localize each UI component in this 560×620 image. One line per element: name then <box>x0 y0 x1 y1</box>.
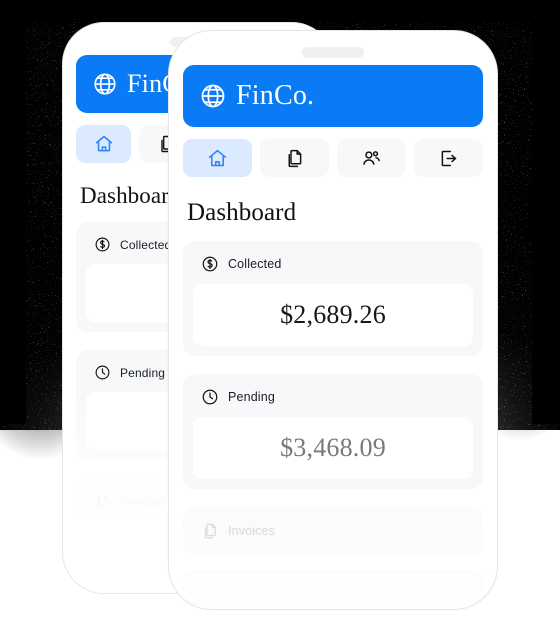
section-invoices[interactable]: Invoices <box>183 507 483 555</box>
globe-icon <box>94 73 116 95</box>
stat-header: Pending <box>193 386 473 406</box>
nav-button-home[interactable] <box>183 139 252 177</box>
home-icon <box>208 149 227 166</box>
clock-icon <box>202 389 218 405</box>
app-header: FinCo. <box>183 65 483 127</box>
app-screen: FinCo. Dashboard Collected $2,689.26 Pen… <box>169 61 497 609</box>
foreground-phone-mockup: FinCo. Dashboard Collected $2,689.26 Pen… <box>168 30 498 610</box>
documents-icon <box>204 523 216 539</box>
section-label: Invoices <box>228 524 276 538</box>
stat-value-box: $3,468.09 <box>193 417 473 479</box>
home-icon <box>95 135 112 152</box>
clock-icon <box>95 365 110 380</box>
stat-label: Pending <box>120 365 166 380</box>
nav-button-logout[interactable] <box>414 139 483 177</box>
stat-header: Collected <box>193 253 473 273</box>
globe-icon <box>201 84 225 108</box>
dollar-circle-icon <box>95 237 110 252</box>
scene: FinCo. Dashboard Collected Pending Invoi… <box>0 0 560 620</box>
stat-label: Collected <box>228 257 282 271</box>
stat-label: Collected <box>120 237 172 252</box>
stat-card-pending: Pending $3,468.09 <box>183 374 483 489</box>
nav-button-customers[interactable] <box>337 139 406 177</box>
stat-value-box: $2,689.26 <box>193 284 473 346</box>
documents-icon <box>288 149 302 167</box>
logout-icon <box>441 150 457 166</box>
documents-icon <box>97 494 109 509</box>
stat-card-collected: Collected $2,689.26 <box>183 241 483 356</box>
section-label: Invoices <box>120 494 168 509</box>
dollar-circle-icon <box>202 256 218 272</box>
stat-label: Pending <box>228 390 275 404</box>
placeholder-card <box>183 571 483 609</box>
nav-button-home[interactable] <box>76 125 131 163</box>
stat-value: $2,689.26 <box>280 300 386 329</box>
phone-speaker <box>302 47 364 58</box>
users-icon <box>363 150 380 165</box>
nav-bar <box>183 139 483 177</box>
stat-value: $3,468.09 <box>280 433 386 462</box>
page-title: Dashboard <box>187 199 297 226</box>
brand-name: FinCo. <box>236 80 315 111</box>
nav-button-invoices[interactable] <box>260 139 329 177</box>
